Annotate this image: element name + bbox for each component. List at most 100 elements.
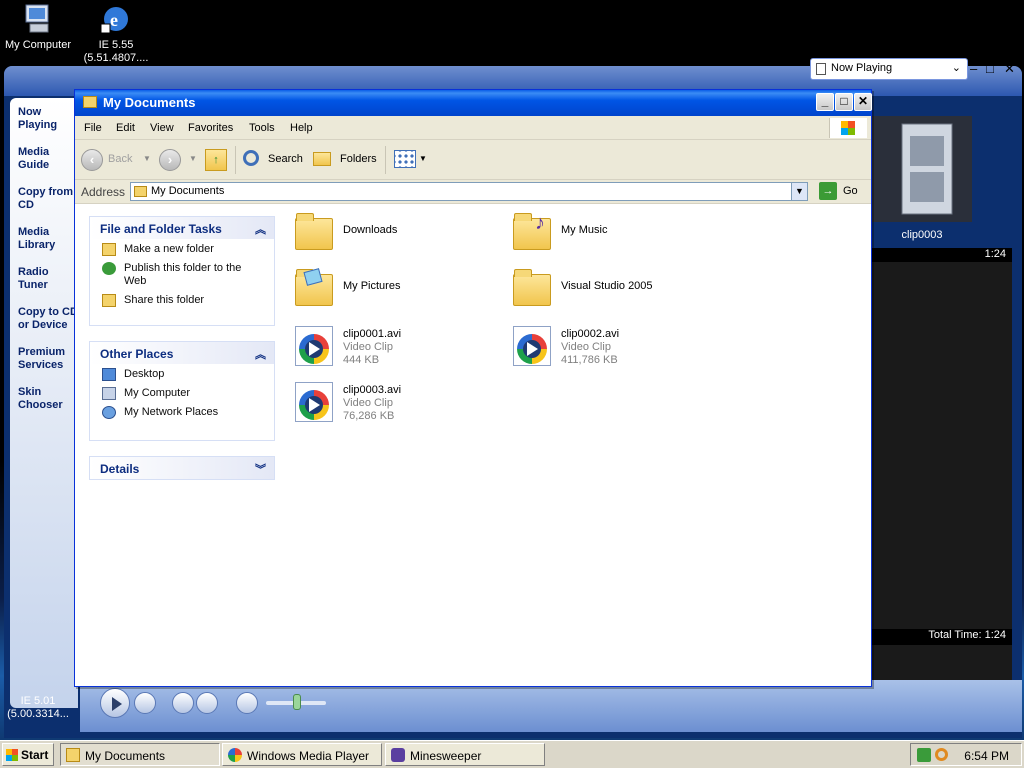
other-places-panel: Other Places ︽ Desktop My Computer My Net… xyxy=(89,341,275,441)
menu-favorites[interactable]: Favorites xyxy=(188,122,233,134)
wmp-nav-premium-services[interactable]: Premium Services xyxy=(10,346,72,386)
up-folder-icon[interactable]: ↑ xyxy=(205,149,227,171)
toolbar-separator xyxy=(235,146,236,174)
file-item-my-pictures[interactable]: My Pictures xyxy=(293,268,493,316)
file-item-downloads[interactable]: Downloads xyxy=(293,212,493,260)
wmp-nav-media-library[interactable]: Media Library xyxy=(10,226,62,266)
forward-button[interactable]: › xyxy=(159,149,181,171)
video-clip-icon xyxy=(513,326,551,366)
desktop-icon-my-computer[interactable]: My Computer xyxy=(0,2,76,52)
collapse-icon[interactable]: ︽ xyxy=(255,346,266,362)
start-button[interactable]: Start xyxy=(2,743,54,766)
wmp-nav-skin-chooser[interactable]: Skin Chooser xyxy=(10,386,63,426)
system-tray: 6:54 PM xyxy=(910,743,1022,766)
video-clip-icon xyxy=(295,326,333,366)
desktop-icon-version: (5.51.4807.... xyxy=(83,52,149,64)
task-make-new-folder[interactable]: Make a new folder xyxy=(90,239,274,258)
address-dropdown-button[interactable]: ▼ xyxy=(791,183,807,200)
desktop-icon-ie555[interactable]: e IE 5.55 (5.51.4807.... xyxy=(78,2,154,65)
panel-header[interactable]: File and Folder Tasks ︽ xyxy=(90,217,274,239)
clock[interactable]: 6:54 PM xyxy=(964,749,1009,763)
menu-tools[interactable]: Tools xyxy=(249,122,275,134)
video-clip-icon xyxy=(295,382,333,422)
mine-icon xyxy=(391,748,405,762)
file-item-visual-studio-2005[interactable]: Visual Studio 2005 xyxy=(511,268,711,316)
panel-header[interactable]: Other Places ︽ xyxy=(90,342,274,364)
film-strip-icon xyxy=(901,123,953,215)
menu-help[interactable]: Help xyxy=(290,122,313,134)
forward-dropdown-icon[interactable]: ▼ xyxy=(189,154,197,163)
back-button[interactable]: ‹ xyxy=(81,149,103,171)
windows-logo-icon xyxy=(829,118,867,138)
file-type: Video Clip xyxy=(561,341,611,353)
place-my-computer[interactable]: My Computer xyxy=(90,383,274,402)
play-button[interactable] xyxy=(100,688,130,718)
task-publish-to-web[interactable]: Publish this folder to the Web xyxy=(90,258,274,290)
wmp-nav-radio-tuner[interactable]: Radio Tuner xyxy=(10,266,62,306)
taskbar-item-windows-media-player[interactable]: Windows Media Player xyxy=(222,743,382,766)
play-icon xyxy=(112,697,122,711)
file-size: 76,286 KB xyxy=(343,410,395,422)
stop-button[interactable] xyxy=(134,692,156,714)
file-item-clip0003[interactable]: clip0003.avi Video Clip 76,286 KB xyxy=(293,380,493,428)
wmp-nav-now-playing[interactable]: Now Playing xyxy=(10,106,62,146)
menu-file[interactable]: File xyxy=(84,122,102,134)
wmp-nav-copy-from-cd[interactable]: Copy from CD xyxy=(10,186,76,226)
views-dropdown-icon[interactable]: ▼ xyxy=(419,154,427,163)
views-icon[interactable] xyxy=(394,150,416,168)
file-item-clip0002[interactable]: clip0002.avi Video Clip 411,786 KB xyxy=(511,324,711,372)
volume-handle[interactable] xyxy=(293,694,301,710)
next-button[interactable] xyxy=(196,692,218,714)
file-size: 411,786 KB xyxy=(561,354,618,366)
minimize-button[interactable]: _ xyxy=(816,93,834,111)
folders-icon[interactable] xyxy=(313,152,331,166)
explorer-titlebar[interactable]: My Documents _ □ ✕ xyxy=(75,90,872,116)
desktop-icon-ie501[interactable]: IE 5.01 (5.00.3314... xyxy=(0,695,76,721)
back-dropdown-icon[interactable]: ▼ xyxy=(143,154,151,163)
wmp-maximize-button[interactable]: □ xyxy=(986,61,994,76)
play-icon xyxy=(816,63,826,75)
search-icon[interactable] xyxy=(243,150,259,166)
file-type: Video Clip xyxy=(343,397,393,409)
search-button[interactable]: Search xyxy=(268,153,303,165)
folder-icon xyxy=(511,268,553,310)
taskbar-item-my-documents[interactable]: My Documents xyxy=(60,743,220,766)
panel-header[interactable]: Details ︾ xyxy=(90,457,274,479)
place-desktop[interactable]: Desktop xyxy=(90,364,274,383)
standard-toolbar: ‹ Back ▼ › ▼ ↑ Search Folders ▼ xyxy=(75,140,871,180)
place-network-places[interactable]: My Network Places xyxy=(90,402,274,421)
expand-icon[interactable]: ︾ xyxy=(255,461,266,477)
new-folder-icon xyxy=(102,243,116,256)
file-folder-tasks-panel: File and Folder Tasks ︽ Make a new folder… xyxy=(89,216,275,326)
wmp-nav-media-guide[interactable]: Media Guide xyxy=(10,146,62,186)
window-title: My Documents xyxy=(103,95,196,110)
address-bar: Address My Documents ▼ → Go xyxy=(75,180,871,204)
taskbar-item-minesweeper[interactable]: Minesweeper xyxy=(385,743,545,766)
wmp-nav-copy-to-cd[interactable]: Copy to CD or Device xyxy=(10,306,78,346)
folders-button[interactable]: Folders xyxy=(340,153,377,165)
task-share-folder[interactable]: Share this folder xyxy=(90,290,274,309)
collapse-icon[interactable]: ︽ xyxy=(255,221,266,237)
now-playing-dropdown[interactable]: Now Playing ⌄ xyxy=(810,58,968,80)
clip-title: clip0003 xyxy=(901,229,943,241)
close-button[interactable]: ✕ xyxy=(854,93,872,111)
menu-bar: File Edit View Favorites Tools Help xyxy=(75,116,871,140)
desktop-icon xyxy=(102,368,116,381)
previous-button[interactable] xyxy=(172,692,194,714)
share-folder-icon xyxy=(102,294,116,307)
maximize-button[interactable]: □ xyxy=(835,93,853,111)
network-tray-icon[interactable] xyxy=(917,748,931,762)
address-input[interactable]: My Documents ▼ xyxy=(130,182,808,201)
wmp-minimize-button[interactable]: – xyxy=(970,61,977,76)
menu-view[interactable]: View xyxy=(150,122,174,134)
mute-button[interactable] xyxy=(236,692,258,714)
go-button[interactable]: → Go xyxy=(819,182,858,200)
menu-edit[interactable]: Edit xyxy=(116,122,135,134)
search-tray-icon[interactable] xyxy=(935,748,948,761)
video-thumbnail[interactable] xyxy=(872,116,972,222)
file-item-clip0001[interactable]: clip0001.avi Video Clip 444 KB xyxy=(293,324,493,372)
file-size: 444 KB xyxy=(343,354,380,366)
wmp-close-button[interactable]: ✕ xyxy=(1004,61,1015,77)
file-item-my-music[interactable]: ♪ My Music xyxy=(511,212,711,260)
go-arrow-icon: → xyxy=(819,182,837,200)
